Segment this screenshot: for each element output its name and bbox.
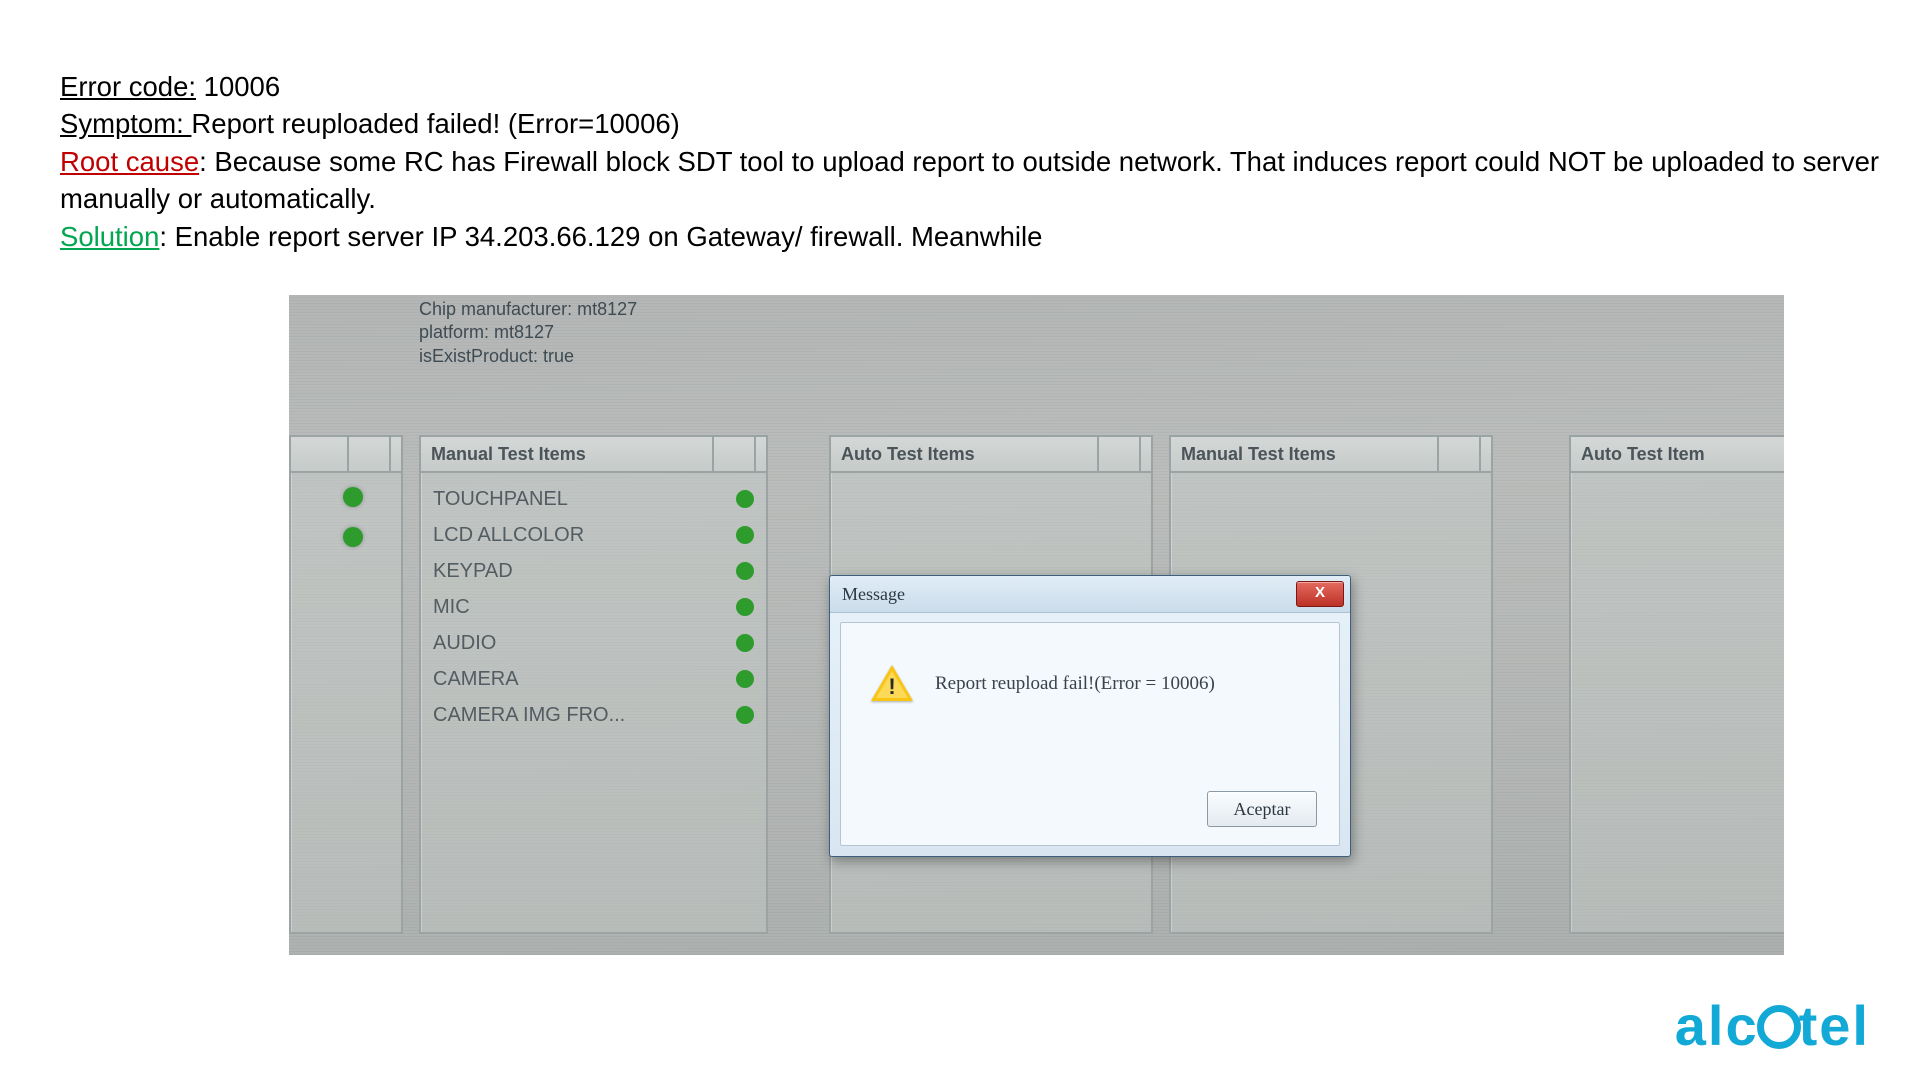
solution-label: Solution bbox=[60, 221, 159, 252]
list-item: AUDIO bbox=[433, 625, 754, 661]
panel-header: Manual Test Items bbox=[1171, 437, 1491, 473]
accept-button[interactable]: Aceptar bbox=[1207, 791, 1317, 827]
pass-dot-icon bbox=[736, 706, 754, 724]
panel-header: Auto Test Items bbox=[831, 437, 1151, 473]
list-item: KEYPAD bbox=[433, 553, 754, 589]
list-item: MIC bbox=[433, 589, 754, 625]
message-dialog: Message X ! Report reupload fail!(Error … bbox=[829, 575, 1351, 857]
symptom-line: Symptom: Report reuploaded failed! (Erro… bbox=[60, 105, 1900, 142]
panel-header: Manual Test Items bbox=[421, 437, 766, 473]
test-item-list: TOUCHPANEL LCD ALLCOLOR KEYPAD MIC AUDIO… bbox=[433, 481, 754, 733]
symptom-value: Report reuploaded failed! (Error=10006) bbox=[191, 108, 679, 139]
auto-test-items-panel-2: Auto Test Item bbox=[1569, 435, 1784, 934]
pass-dot-icon bbox=[736, 598, 754, 616]
status-dot-icon bbox=[343, 527, 363, 547]
close-button[interactable]: X bbox=[1296, 581, 1344, 607]
pass-dot-icon bbox=[736, 526, 754, 544]
accept-button-label: Aceptar bbox=[1234, 799, 1291, 820]
panel-title: Auto Test Item bbox=[1581, 444, 1705, 465]
solution-value: : Enable report server IP 34.203.66.129 … bbox=[159, 221, 1042, 252]
error-code-value: 10006 bbox=[196, 71, 280, 102]
dialog-body: ! Report reupload fail!(Error = 10006) A… bbox=[840, 622, 1340, 846]
root-cause-label: Root cause bbox=[60, 146, 199, 177]
dialog-message: Report reupload fail!(Error = 10006) bbox=[935, 673, 1215, 695]
device-info-line: Chip manufacturer: mt8127 bbox=[419, 298, 637, 321]
device-info-line: isExistProduct: true bbox=[419, 345, 637, 368]
panel-header: Auto Test Item bbox=[1571, 437, 1784, 473]
pass-dot-icon bbox=[736, 634, 754, 652]
root-cause-line: Root cause: Because some RC has Firewall… bbox=[60, 143, 1900, 218]
pass-dot-icon bbox=[736, 670, 754, 688]
error-description-block: Error code: 10006 Symptom: Report reuplo… bbox=[60, 68, 1900, 255]
error-code-line: Error code: 10006 bbox=[60, 68, 1900, 105]
status-dot-icon bbox=[343, 487, 363, 507]
close-icon: X bbox=[1315, 584, 1325, 601]
list-item: CAMERA bbox=[433, 661, 754, 697]
pass-dot-icon bbox=[736, 562, 754, 580]
list-item: LCD ALLCOLOR bbox=[433, 517, 754, 553]
panel-title: Auto Test Items bbox=[841, 444, 975, 465]
status-dots-panel bbox=[289, 435, 403, 934]
error-code-label: Error code: bbox=[60, 71, 196, 102]
symptom-label: Symptom: bbox=[60, 108, 191, 139]
list-item: CAMERA IMG FRO... bbox=[433, 697, 754, 733]
dialog-title: Message bbox=[842, 584, 1296, 605]
dialog-titlebar[interactable]: Message X bbox=[830, 576, 1350, 613]
solution-line: Solution: Enable report server IP 34.203… bbox=[60, 218, 1900, 255]
warning-icon: ! bbox=[871, 665, 913, 703]
device-info: Chip manufacturer: mt8127 platform: mt81… bbox=[419, 298, 637, 368]
list-item: TOUCHPANEL bbox=[433, 481, 754, 517]
manual-test-items-panel: Manual Test Items TOUCHPANEL LCD ALLCOLO… bbox=[419, 435, 768, 934]
root-cause-value: : Because some RC has Firewall block SDT… bbox=[60, 146, 1879, 214]
alcatel-logo: alctel bbox=[1675, 998, 1870, 1054]
panel-header bbox=[291, 437, 401, 473]
device-info-line: platform: mt8127 bbox=[419, 321, 637, 344]
panel-title: Manual Test Items bbox=[1181, 444, 1336, 465]
embedded-screenshot: Chip manufacturer: mt8127 platform: mt81… bbox=[289, 295, 1784, 955]
pass-dot-icon bbox=[736, 490, 754, 508]
panel-title: Manual Test Items bbox=[431, 444, 586, 465]
